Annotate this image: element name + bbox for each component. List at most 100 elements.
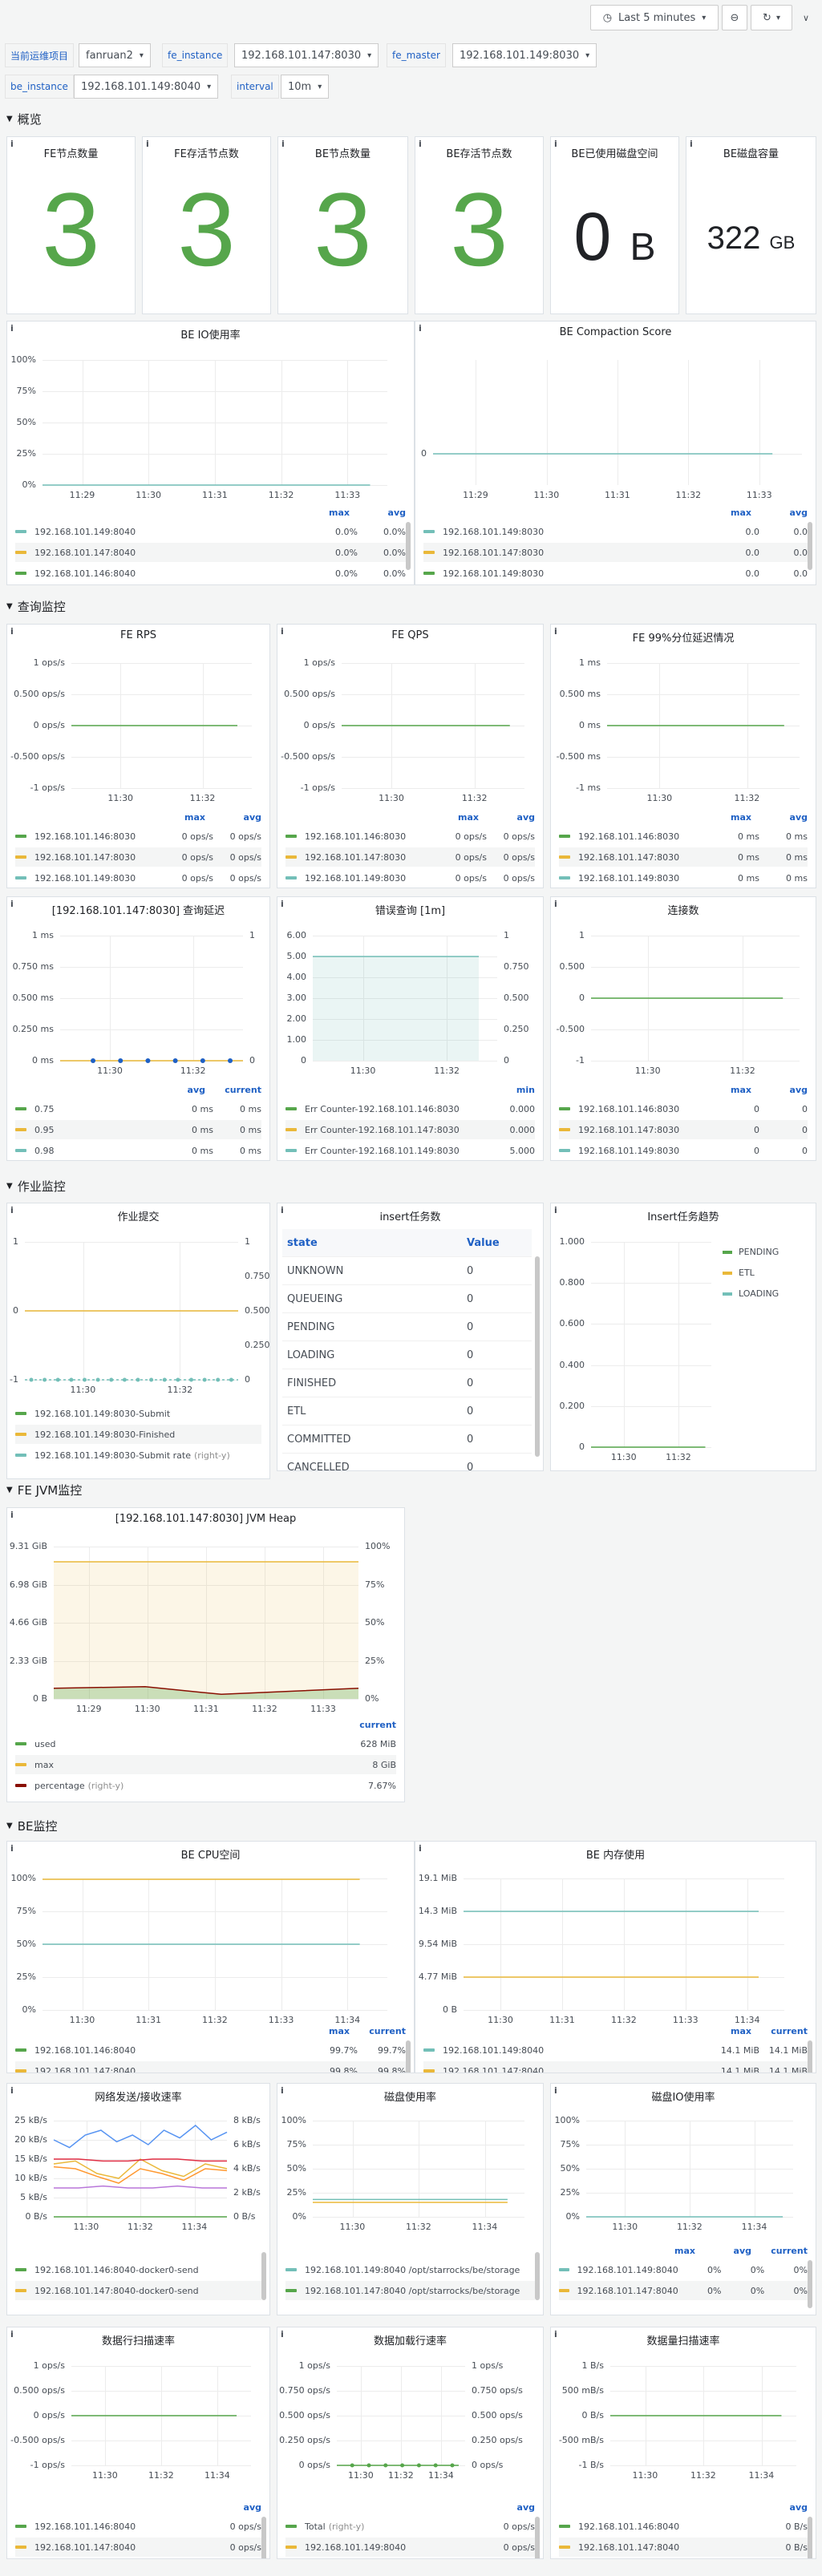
scrollbar[interactable] <box>406 2040 411 2073</box>
legend-item[interactable]: 192.168.101.149:8040 14.1 MiB 14.1 MiB <box>423 2040 808 2060</box>
legend-col-header[interactable]: max <box>302 508 350 518</box>
legend-col-header[interactable]: avg <box>157 1085 205 1095</box>
legend-item[interactable]: 192.168.101.146:8040 99.7% 99.7% <box>15 2040 406 2060</box>
legend-col-header[interactable]: avg <box>703 2246 751 2256</box>
legend-col-header[interactable]: current <box>759 2246 808 2256</box>
collapse-button[interactable]: ∨ <box>794 5 818 30</box>
legend-item[interactable]: 192.168.101.146:8030 0 0 <box>559 1099 808 1118</box>
time-range-picker[interactable]: ◷ Last 5 minutes ▾ <box>590 5 719 30</box>
legend-item[interactable]: 192.168.101.149:8040 0% 0% 0% <box>559 2260 808 2279</box>
legend-item[interactable]: 192.168.101.149:8030 0 ops/s 0 ops/s <box>285 868 535 888</box>
legend-col-header[interactable]: current <box>358 2026 406 2036</box>
legend-item[interactable]: 192.168.101.147:8040 /opt/starrocks/be/s… <box>285 2281 535 2300</box>
column-header-value[interactable]: Value <box>467 1237 532 1249</box>
legend-col-header[interactable]: max <box>703 508 751 518</box>
legend-item[interactable]: 192.168.101.149:8030 0 ops/s 0 ops/s <box>15 868 261 888</box>
legend-item[interactable]: ETL <box>723 1268 755 1278</box>
legend-col-header[interactable]: current <box>213 1085 261 1095</box>
legend-item[interactable]: 192.168.101.147:8030 0 0 <box>559 1120 808 1139</box>
legend-col-header[interactable]: avg <box>487 812 535 823</box>
legend-col-header[interactable]: max <box>647 2246 695 2256</box>
legend-col-header[interactable]: avg <box>759 508 808 518</box>
legend-item[interactable]: 192.168.101.149:8040 0.0% 0.0% <box>15 522 406 541</box>
row-overview[interactable]: ▼ 概览 <box>6 107 42 130</box>
legend-item[interactable]: 192.168.101.149:8030-Finished <box>15 1425 261 1444</box>
var-select-interval[interactable]: 10m ▾ <box>281 75 330 99</box>
legend-item[interactable]: 192.168.101.149:8030 0 ms 0 ms <box>559 868 808 888</box>
legend-item[interactable]: PENDING <box>723 1247 779 1257</box>
row-be[interactable]: ▼ BE监控 <box>6 1814 57 1837</box>
legend-item[interactable]: 192.168.101.147:8040 0% 0% 0% <box>559 2281 808 2300</box>
legend-item[interactable]: used 628 MiB <box>15 1734 396 1753</box>
legend-item[interactable]: 192.168.101.146:8030 0 ops/s 0 ops/s <box>15 827 261 846</box>
legend-col-header[interactable]: min <box>487 1085 535 1095</box>
var-select-fe-master[interactable]: 192.168.101.149:8030 ▾ <box>452 43 597 67</box>
legend-item[interactable]: 192.168.101.147:8030 0 ops/s 0 ops/s <box>285 847 535 867</box>
legend-col-header[interactable]: max <box>703 1085 751 1095</box>
legend-col-header[interactable]: avg <box>213 2502 261 2513</box>
legend-item[interactable]: 192.168.101.147:8040 99.8% 99.8% <box>15 2061 406 2073</box>
legend-item[interactable]: Err Counter-192.168.101.146:8030 0.000 <box>285 1099 535 1118</box>
legend-item[interactable]: 192.168.101.149:8030 0.0 0.0 <box>423 564 808 583</box>
scrollbar[interactable] <box>261 2252 266 2300</box>
legend-item[interactable]: 192.168.101.146:8030 0 ms 0 ms <box>559 827 808 846</box>
legend-col-header[interactable]: max <box>703 812 751 823</box>
legend-item[interactable]: 0.98 0 ms 0 ms <box>15 1141 261 1160</box>
scrollbar[interactable] <box>535 2517 540 2558</box>
scrollbar[interactable] <box>535 2252 540 2300</box>
legend-item[interactable]: 192.168.101.147:8040 14.1 MiB 14.1 MiB <box>423 2061 808 2073</box>
legend-item[interactable]: 192.168.101.149:8040 0 ops/s <box>285 2538 535 2557</box>
row-fe-jvm[interactable]: ▼ FE JVM监控 <box>6 1478 82 1501</box>
legend-item[interactable]: LOADING <box>723 1288 779 1299</box>
legend-col-header[interactable]: avg <box>213 812 261 823</box>
legend-item[interactable]: 192.168.101.147:8040 0.0% 0.0% <box>15 543 406 562</box>
scrollbar[interactable] <box>808 522 812 570</box>
legend-item[interactable]: 192.168.101.149:8030-Submit rate (right-y… <box>15 1446 261 1465</box>
var-select-project[interactable]: fanruan2 ▾ <box>79 43 151 67</box>
legend-col-header[interactable]: current <box>759 2026 808 2036</box>
legend-item[interactable]: Total (right-y) 0 ops/s <box>285 2517 535 2536</box>
legend-item[interactable]: percentage (right-y) 7.67% <box>15 1776 396 1795</box>
legend-item[interactable]: 192.168.101.146:8040 0.0% 0.0% <box>15 564 406 583</box>
legend-item[interactable]: 192.168.101.147:8030 0 ms 0 ms <box>559 847 808 867</box>
legend-col-header[interactable]: avg <box>759 2502 808 2513</box>
legend-item[interactable]: 192.168.101.147:8040 0 B/s <box>559 2538 808 2557</box>
legend-item[interactable]: max 8 GiB <box>15 1755 396 1774</box>
legend-col-header[interactable]: avg <box>358 508 406 518</box>
legend-item[interactable]: 192.168.101.146:8030 0 ops/s 0 ops/s <box>285 827 535 846</box>
legend-item[interactable]: 0.95 0 ms 0 ms <box>15 1120 261 1139</box>
legend-item[interactable]: Err Counter-192.168.101.149:8030 5.000 <box>285 1141 535 1160</box>
legend-item[interactable]: 192.168.101.146:8040-docker0-send <box>15 2260 261 2279</box>
legend-col-header[interactable]: avg <box>487 2502 535 2513</box>
legend-item[interactable]: 192.168.101.147:8040 0 ops/s <box>15 2538 261 2557</box>
scrollbar[interactable] <box>808 2517 812 2558</box>
row-query[interactable]: ▼ 查询监控 <box>6 595 66 617</box>
column-header-state[interactable]: state <box>282 1237 467 1249</box>
var-select-fe-instance[interactable]: 192.168.101.147:8030 ▾ <box>234 43 379 67</box>
legend-item[interactable]: Err Counter-192.168.101.147:8030 0.000 <box>285 1120 535 1139</box>
legend-item[interactable]: 192.168.101.147:8030 0 ops/s 0 ops/s <box>15 847 261 867</box>
legend-item[interactable]: 192.168.101.146:8040 0 ops/s <box>15 2517 261 2536</box>
refresh-button[interactable]: ↻ ▾ <box>751 5 792 30</box>
legend-item[interactable]: 192.168.101.147:8030 0.0 0.0 <box>423 543 808 562</box>
scrollbar[interactable] <box>406 522 411 570</box>
legend-item[interactable]: 192.168.101.146:8040 0 B/s <box>559 2517 808 2536</box>
legend-col-header[interactable]: max <box>302 2026 350 2036</box>
scrollbar[interactable] <box>808 2260 812 2308</box>
legend-col-header[interactable]: max <box>431 812 479 823</box>
scrollbar[interactable] <box>261 2517 266 2558</box>
legend-col-header[interactable]: max <box>157 812 205 823</box>
legend-item[interactable]: 192.168.101.149:8040 /opt/starrocks/be/s… <box>285 2260 535 2279</box>
zoom-out-button[interactable]: ⊖ <box>722 5 747 30</box>
row-jobs[interactable]: ▼ 作业监控 <box>6 1175 66 1197</box>
legend-col-header[interactable]: max <box>703 2026 751 2036</box>
legend-col-header[interactable]: avg <box>759 1085 808 1095</box>
scrollbar[interactable] <box>808 2040 812 2073</box>
legend-item[interactable]: 192.168.101.149:8030 0.0 0.0 <box>423 522 808 541</box>
legend-item[interactable]: 0.75 0 ms 0 ms <box>15 1099 261 1118</box>
var-select-be-instance[interactable]: 192.168.101.149:8040 ▾ <box>74 75 219 99</box>
legend-col-header[interactable]: current <box>348 1720 396 1730</box>
scrollbar[interactable] <box>535 1256 540 1457</box>
legend-item[interactable]: 192.168.101.147:8040-docker0-send <box>15 2281 261 2300</box>
legend-item[interactable]: 192.168.101.149:8030 0 0 <box>559 1141 808 1160</box>
